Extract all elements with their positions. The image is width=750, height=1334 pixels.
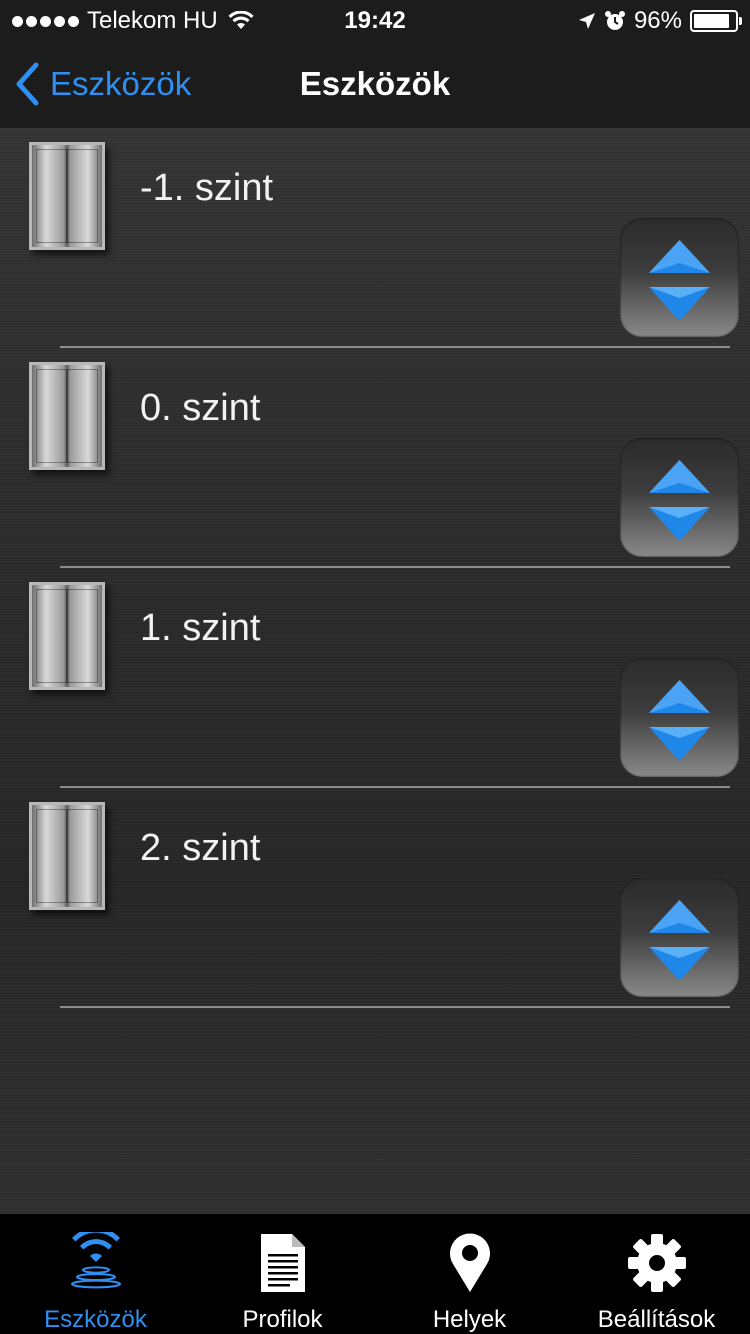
arrow-down-icon	[649, 507, 710, 541]
tab-eszkozok[interactable]: Eszközök	[2, 1214, 189, 1334]
level-row: 1. szint	[0, 569, 750, 789]
level-row: 2. szint	[0, 789, 750, 1009]
back-button-label: Eszközök	[50, 65, 192, 102]
navigation-bar: Eszközök Eszközök	[0, 40, 750, 129]
tab-label: Beállítások	[597, 1306, 716, 1333]
arrow-up-icon	[649, 240, 710, 273]
level-label: 2. szint	[140, 827, 261, 869]
row-divider	[60, 566, 730, 568]
elevator-door-icon	[29, 142, 105, 250]
up-down-button[interactable]	[620, 438, 739, 557]
tab-profilok[interactable]: Profilok	[189, 1214, 376, 1334]
arrow-down-icon	[649, 947, 710, 981]
tab-bar: Eszközök Profilok Helyek Beállítások	[0, 1214, 750, 1334]
tab-beallitasok[interactable]: Beállítások	[563, 1214, 750, 1334]
back-button[interactable]: Eszközök	[14, 40, 191, 128]
arrow-down-icon	[649, 727, 710, 761]
level-row: 0. szint	[0, 349, 750, 569]
arrow-up-icon	[649, 460, 710, 493]
arrow-down-icon	[649, 287, 710, 321]
tab-label: Profilok	[242, 1306, 323, 1333]
up-down-button[interactable]	[620, 878, 739, 997]
level-label: -1. szint	[140, 167, 274, 209]
tab-label: Helyek	[432, 1306, 507, 1333]
gear-icon	[627, 1234, 686, 1292]
row-divider	[60, 786, 730, 788]
tab-helyek[interactable]: Helyek	[376, 1214, 563, 1334]
battery-fill	[694, 14, 729, 28]
document-icon	[260, 1234, 305, 1292]
battery-icon	[690, 10, 742, 32]
elevator-door-icon	[29, 362, 105, 470]
row-divider	[60, 1006, 730, 1008]
location-arrow-icon	[578, 13, 595, 29]
status-right: 96%	[578, 7, 742, 35]
elevator-level-list: -1. szint 0. szint 1. szint 2. szint	[0, 129, 750, 1214]
location-pin-icon	[449, 1233, 490, 1292]
elevator-door-icon	[29, 582, 105, 690]
up-down-button[interactable]	[620, 658, 739, 777]
elevator-door-icon	[29, 802, 105, 910]
level-row: -1. szint	[0, 129, 750, 349]
battery-percent: 96%	[633, 7, 682, 34]
level-label: 1. szint	[140, 607, 261, 649]
alarm-icon	[604, 11, 625, 30]
arrow-up-icon	[649, 900, 710, 933]
chevron-left-icon	[16, 62, 39, 106]
status-bar: Telekom HU 19:42 96%	[0, 0, 750, 40]
arrow-up-icon	[649, 680, 710, 713]
up-down-button[interactable]	[620, 218, 739, 337]
wifi-icon	[70, 1232, 121, 1289]
row-divider	[60, 346, 730, 348]
tab-label: Eszközök	[44, 1306, 147, 1333]
level-label: 0. szint	[140, 387, 261, 429]
